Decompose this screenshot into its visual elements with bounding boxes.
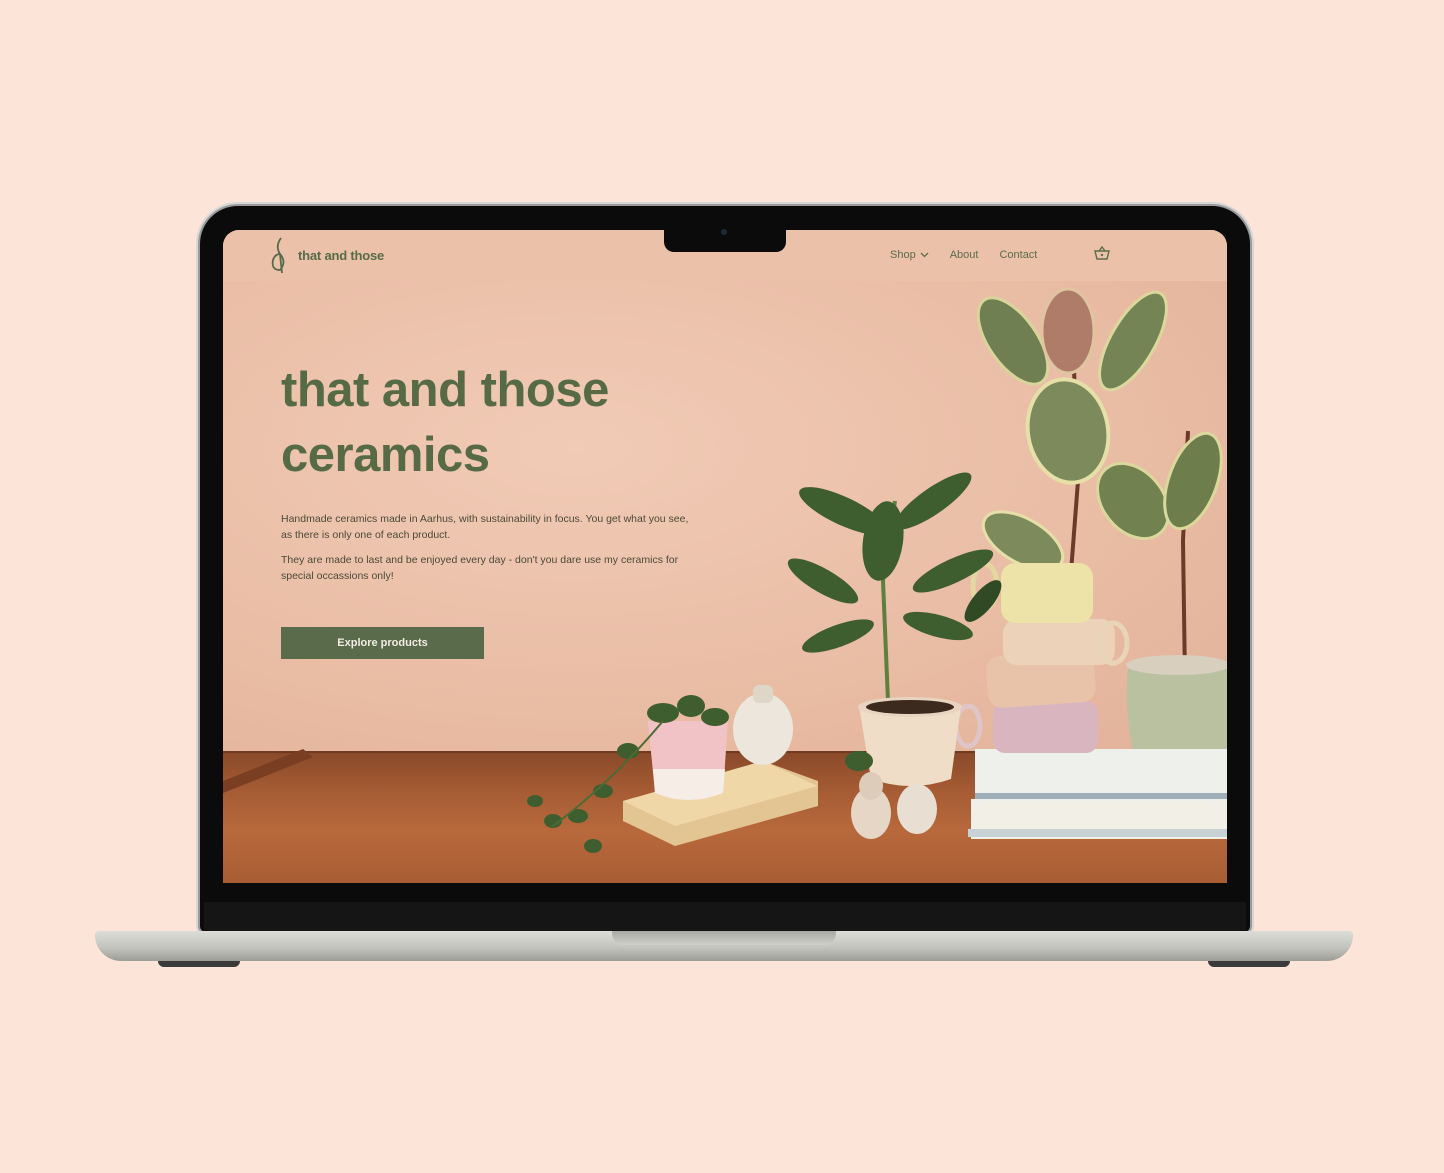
brand-name: that and those xyxy=(298,247,385,263)
nav-menu: Shop About Contact xyxy=(890,249,1037,261)
green-plant xyxy=(787,472,1002,653)
chevron-down-icon xyxy=(920,252,929,258)
nav-item-shop-label: Shop xyxy=(890,249,916,261)
nav-item-shop[interactable]: Shop xyxy=(890,249,929,261)
laptop-chin xyxy=(204,902,1246,931)
nav-item-contact[interactable]: Contact xyxy=(999,249,1037,261)
website-screen: that and those ceramics Handmade ceramic… xyxy=(223,230,1227,883)
hero-section: that and those ceramics Handmade ceramic… xyxy=(223,281,1227,883)
cart-button[interactable] xyxy=(1094,245,1110,265)
hero-title-line1: that and those xyxy=(281,363,609,417)
brand-logo[interactable]: that and those xyxy=(267,236,384,274)
hero-title-line2: ceramics xyxy=(281,428,490,482)
nav-item-about-label: About xyxy=(949,249,979,261)
nav-item-about[interactable]: About xyxy=(950,249,979,261)
explore-products-button[interactable]: Explore products xyxy=(281,627,484,659)
hero-title: that and those ceramics xyxy=(281,358,661,488)
laptop-base-notch xyxy=(612,931,836,945)
laptop-foot-left xyxy=(158,961,240,967)
hero-paragraph-1: Handmade ceramics made in Aarhus, with s… xyxy=(281,513,689,541)
camera-icon xyxy=(721,229,727,235)
basket-icon xyxy=(1094,245,1110,260)
leaf-logo-icon xyxy=(271,237,285,274)
hero-paragraph-2: They are made to last and be enjoyed eve… xyxy=(281,554,679,582)
nav-item-contact-label: Contact xyxy=(999,249,1038,261)
laptop-foot-right xyxy=(1208,961,1290,967)
